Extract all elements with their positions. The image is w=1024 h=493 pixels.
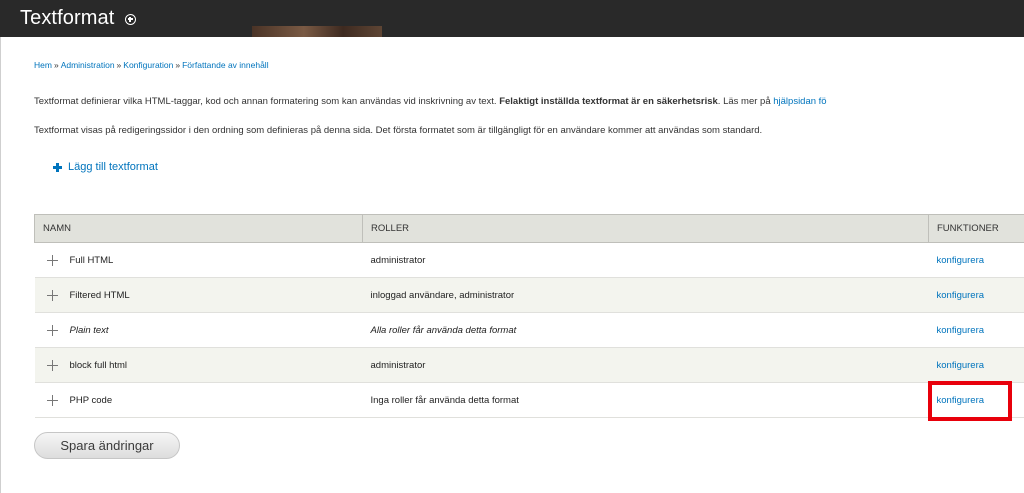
format-operations-cell: konfigurera bbox=[928, 277, 1024, 313]
add-text-format-label: Lägg till textformat bbox=[68, 161, 158, 173]
format-roles: Inga roller får använda detta format bbox=[362, 382, 929, 418]
configure-link[interactable]: konfigurera bbox=[937, 290, 985, 301]
table-row: Full HTML administrator konfigurera bbox=[34, 242, 1024, 278]
breadcrumb-content-authoring[interactable]: Författande av innehåll bbox=[182, 60, 268, 70]
format-name: Filtered HTML bbox=[69, 289, 130, 301]
breadcrumb: Hem» Administration» Konfiguration» Författ… bbox=[34, 60, 269, 70]
configure-link[interactable]: konfigurera bbox=[937, 325, 985, 336]
page-title: Textformat bbox=[20, 7, 115, 29]
save-changes-button[interactable]: Spara ändringar bbox=[34, 432, 180, 459]
drag-handle-icon[interactable] bbox=[46, 359, 58, 371]
breadcrumb-separator: » bbox=[53, 60, 59, 70]
format-operations-cell: konfigurera bbox=[928, 347, 1024, 383]
format-name: block full html bbox=[69, 359, 128, 371]
help-page-link[interactable]: hjälpsidan fö bbox=[773, 96, 826, 107]
highlight-annotation-box bbox=[928, 381, 1012, 421]
help-text: Textformat definierar vilka HTML-taggar,… bbox=[34, 96, 1024, 107]
help-text-order: Textformat visas på redigeringssidor i d… bbox=[34, 125, 763, 136]
breadcrumb-separator: » bbox=[116, 60, 122, 70]
format-operations-cell: konfigurera bbox=[928, 242, 1024, 278]
help-text-intro: Textformat definierar vilka HTML-taggar,… bbox=[34, 96, 500, 107]
format-name-cell: Filtered HTML bbox=[34, 277, 363, 313]
format-name-cell: Plain text bbox=[34, 312, 363, 348]
breadcrumb-home[interactable]: Hem bbox=[34, 60, 52, 70]
format-roles: Alla roller får använda detta format bbox=[362, 312, 929, 348]
breadcrumb-administration[interactable]: Administration bbox=[61, 60, 115, 70]
header-image bbox=[252, 26, 382, 37]
format-name: PHP code bbox=[69, 394, 113, 406]
column-header-operations: FUNKTIONER bbox=[928, 214, 1024, 243]
format-roles: administrator bbox=[362, 347, 929, 383]
drag-handle-icon[interactable] bbox=[46, 254, 58, 266]
text-formats-table: NAMN ROLLER FUNKTIONER Full HTML adminis… bbox=[34, 214, 1024, 418]
add-shortcut-icon[interactable] bbox=[125, 14, 136, 25]
table-row: Plain text Alla roller får använda detta… bbox=[34, 312, 1024, 348]
format-name: Plain text bbox=[69, 324, 109, 336]
breadcrumb-separator: » bbox=[175, 60, 181, 70]
format-roles: administrator bbox=[362, 242, 929, 278]
table-header-row: NAMN ROLLER FUNKTIONER bbox=[34, 214, 1024, 243]
format-name-cell: block full html bbox=[34, 347, 363, 383]
help-text-warning: Felaktigt inställda textformat är en säk… bbox=[499, 96, 718, 107]
configure-link[interactable]: konfigurera bbox=[937, 255, 985, 266]
add-text-format-link[interactable]: Lägg till textformat bbox=[53, 161, 158, 173]
drag-handle-icon[interactable] bbox=[46, 394, 58, 406]
drag-handle-icon[interactable] bbox=[46, 324, 58, 336]
format-name-cell: Full HTML bbox=[34, 242, 363, 278]
plus-icon bbox=[53, 162, 62, 172]
table-row: PHP code Inga roller får använda detta f… bbox=[34, 382, 1024, 418]
column-header-name: NAMN bbox=[34, 214, 363, 243]
table-row: Filtered HTML inloggad användare, admini… bbox=[34, 277, 1024, 313]
drag-handle-icon[interactable] bbox=[46, 289, 58, 301]
format-name: Full HTML bbox=[69, 254, 114, 266]
configure-link[interactable]: konfigurera bbox=[937, 360, 985, 371]
help-text-more: . Läs mer på bbox=[717, 96, 774, 107]
column-header-roles: ROLLER bbox=[362, 214, 929, 243]
toolbar: Textformat bbox=[0, 0, 1024, 37]
table-row: block full html administrator konfigurer… bbox=[34, 347, 1024, 383]
format-name-cell: PHP code bbox=[34, 382, 363, 418]
format-operations-cell: konfigurera bbox=[928, 312, 1024, 348]
breadcrumb-configuration[interactable]: Konfiguration bbox=[123, 60, 173, 70]
format-roles: inloggad användare, administrator bbox=[362, 277, 929, 313]
